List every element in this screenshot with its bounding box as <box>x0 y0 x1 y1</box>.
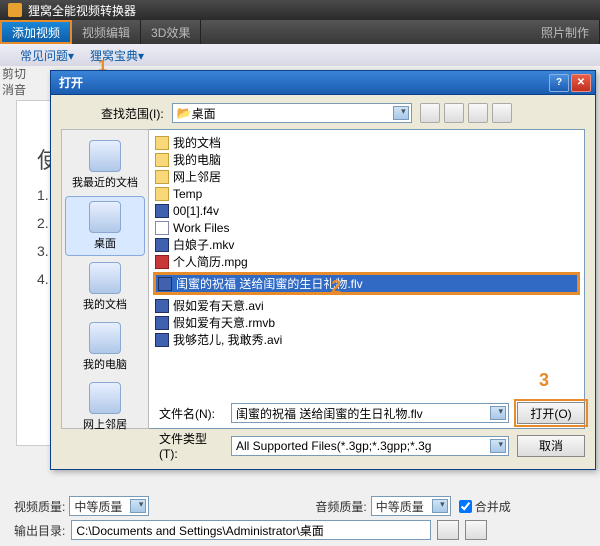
merge-checkbox[interactable]: 合并成 <box>459 498 511 515</box>
file-name: 白娘子.mkv <box>173 236 234 253</box>
file-icon <box>155 170 169 184</box>
file-item[interactable]: 白娘子.mkv <box>153 236 580 253</box>
faq-link[interactable]: 常见问题▾ <box>20 47 74 64</box>
file-name: Temp <box>173 187 202 201</box>
help-button[interactable]: ? <box>549 74 569 92</box>
lookin-label: 查找范围(I): <box>101 105 164 122</box>
file-item[interactable]: 闺蜜的祝福 送给闺蜜的生日礼物.flv <box>156 275 577 292</box>
dialog-titlebar: 打开 ? ✕ <box>51 71 595 95</box>
photo-make-button[interactable]: 照片制作 <box>531 20 600 44</box>
file-name: 假如爱有天意.rmvb <box>173 314 275 331</box>
file-item[interactable]: 我够范儿, 我敢秀.avi <box>153 331 580 348</box>
file-item[interactable]: 00[1].f4v <box>153 202 580 219</box>
video-quality-select[interactable]: 中等质量 <box>69 496 149 516</box>
filetype-label: 文件类型(T): <box>159 430 223 461</box>
lookin-select[interactable]: 📂 桌面 <box>172 103 412 123</box>
file-name: 我的文档 <box>173 134 221 151</box>
merge-checkbox-input[interactable] <box>459 500 472 513</box>
mycomputer-icon <box>89 322 121 354</box>
output-dir-input[interactable] <box>71 520 431 540</box>
3d-effect-button[interactable]: 3D效果 <box>141 20 201 44</box>
highlight-box: 闺蜜的祝福 送给闺蜜的生日礼物.flv <box>153 272 580 295</box>
file-icon <box>155 316 169 330</box>
file-item[interactable]: Work Files <box>153 219 580 236</box>
cancel-button[interactable]: 取消 <box>517 435 585 457</box>
places-bar: 我最近的文档 桌面 我的文档 我的电脑 网上邻居 <box>61 129 149 429</box>
open-button[interactable]: 打开(O) <box>517 402 585 424</box>
annotation-2: 2 <box>331 277 341 298</box>
audio-quality-label: 音频质量: <box>315 498 366 515</box>
video-edit-button[interactable]: 视频编辑 <box>72 20 141 44</box>
left-tools: 剪切 消音 <box>2 66 42 98</box>
file-name: 网上邻居 <box>173 168 221 185</box>
file-item[interactable]: 个人简历.mpg <box>153 253 580 270</box>
file-icon <box>155 299 169 313</box>
main-toolbar: 添加视频 视频编辑 3D效果 照片制作 <box>0 20 600 44</box>
desktop-icon <box>89 201 121 233</box>
file-name: 我够范儿, 我敢秀.avi <box>173 331 282 348</box>
open-file-dialog: 打开 ? ✕ 2 3 查找范围(I): 📂 桌面 我最近的文档 桌面 我的文档 … <box>50 70 596 470</box>
output-bar: 输出目录: <box>14 520 600 540</box>
file-name: 00[1].f4v <box>173 204 219 218</box>
add-video-button[interactable]: 添加视频 <box>0 20 72 44</box>
mydocs-icon <box>89 262 121 294</box>
file-icon <box>158 277 172 291</box>
file-name: 个人简历.mpg <box>173 253 248 270</box>
cut-label: 剪切 <box>2 66 42 82</box>
filetype-select[interactable]: All Supported Files(*.3gp;*.3gpp;*.3g <box>231 436 509 456</box>
recent-icon <box>89 140 121 172</box>
mute-label: 消音 <box>2 82 42 98</box>
file-item[interactable]: 假如爱有天意.avi <box>153 297 580 314</box>
app-logo-icon <box>8 3 22 17</box>
file-icon <box>155 153 169 167</box>
place-mydocs[interactable]: 我的文档 <box>65 258 145 316</box>
file-name: Work Files <box>173 221 229 235</box>
annotation-3: 3 <box>539 370 549 391</box>
file-item[interactable]: Temp <box>153 185 580 202</box>
place-mycomputer[interactable]: 我的电脑 <box>65 318 145 376</box>
file-item[interactable]: 假如爱有天意.rmvb <box>153 314 580 331</box>
link-bar: 常见问题▾ 狸窝宝典▾ <box>0 44 600 66</box>
file-name: 我的电脑 <box>173 151 221 168</box>
network-icon <box>89 382 121 414</box>
file-list[interactable]: 我的文档我的电脑网上邻居 Temp 00[1].f4v Work Files白娘子.m… <box>149 129 585 429</box>
file-icon <box>155 238 169 252</box>
merge-label: 合并成 <box>475 498 511 515</box>
nav-newfolder-button[interactable] <box>468 103 488 123</box>
video-quality-label: 视频质量: <box>14 498 65 515</box>
place-desktop[interactable]: 桌面 <box>65 196 145 256</box>
file-icon <box>155 255 169 269</box>
nav-up-button[interactable] <box>444 103 464 123</box>
file-name: 假如爱有天意.avi <box>173 297 264 314</box>
file-item[interactable]: 我的电脑 <box>153 151 580 168</box>
nav-viewmode-button[interactable] <box>492 103 512 123</box>
file-icon <box>155 333 169 347</box>
audio-quality-select[interactable]: 中等质量 <box>371 496 451 516</box>
file-icon <box>155 204 169 218</box>
close-button[interactable]: ✕ <box>571 74 591 92</box>
lookin-row: 查找范围(I): 📂 桌面 <box>101 103 585 123</box>
file-item[interactable]: 我的文档 <box>153 134 580 151</box>
place-recent[interactable]: 我最近的文档 <box>65 136 145 194</box>
dialog-title: 打开 <box>59 74 83 91</box>
open-output-button[interactable] <box>465 520 487 540</box>
filename-label: 文件名(N): <box>159 405 223 422</box>
output-dir-label: 输出目录: <box>14 522 65 539</box>
nav-back-button[interactable] <box>420 103 440 123</box>
filename-input[interactable]: 闺蜜的祝福 送给闺蜜的生日礼物.flv <box>231 403 509 423</box>
file-icon <box>155 136 169 150</box>
app-title: 狸窝全能视频转换器 <box>28 2 136 19</box>
app-titlebar: 狸窝全能视频转换器 <box>0 0 600 20</box>
place-network[interactable]: 网上邻居 <box>65 378 145 436</box>
browse-output-button[interactable] <box>437 520 459 540</box>
file-icon <box>155 187 169 201</box>
file-item[interactable]: 网上邻居 <box>153 168 580 185</box>
quality-bar: 视频质量: 中等质量 音频质量: 中等质量 合并成 <box>14 496 600 516</box>
file-icon <box>155 221 169 235</box>
